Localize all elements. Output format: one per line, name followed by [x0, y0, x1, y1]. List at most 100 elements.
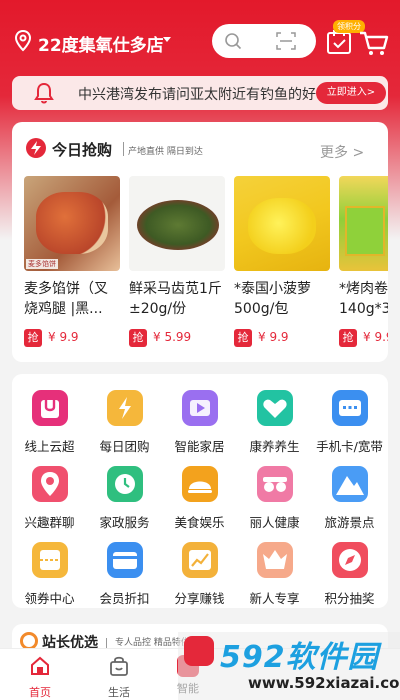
- category-label: 智能家居: [174, 439, 225, 454]
- price-row: 抢 ¥ 9.9: [234, 329, 330, 349]
- watermark-logo-icon: [184, 636, 214, 666]
- store-name[interactable]: 22度集氧仕多店: [38, 31, 164, 56]
- product-price: ¥ 9.9: [363, 330, 388, 344]
- more-link[interactable]: 更多 >: [320, 142, 364, 162]
- watermark: 592软件园 www.592xiazai.com: [178, 632, 400, 700]
- chart-up-icon[interactable]: [182, 542, 218, 578]
- category-label: 新人专享: [249, 591, 300, 606]
- chevron-down-icon[interactable]: [163, 37, 171, 42]
- compass-icon[interactable]: [332, 542, 368, 578]
- product-image[interactable]: [129, 176, 225, 271]
- home-icon: [31, 656, 49, 675]
- location-pin-icon: [14, 30, 32, 52]
- cart-icon[interactable]: [359, 30, 389, 56]
- product-image[interactable]: [234, 176, 330, 271]
- flash-sale-card: 今日抢购 产地直供 隔日到达 更多 > 麦多馅饼 麦多馅饼（叉烧鸡腿 |黑...…: [12, 122, 388, 362]
- category-item[interactable]: 会员折扣: [87, 542, 162, 608]
- flash-sale-title: 今日抢购: [52, 141, 113, 159]
- product-image-badge: 麦多馅饼: [26, 259, 58, 269]
- category-item[interactable]: 美食娱乐: [162, 466, 237, 536]
- category-item[interactable]: 旅游景点: [312, 466, 387, 536]
- watermark-url: www.592xiazai.com: [248, 674, 400, 692]
- product-name[interactable]: *泰国小菠萝500g/包: [234, 279, 330, 319]
- category-item[interactable]: 新人专享: [237, 542, 312, 608]
- product-card[interactable]: 麦多馅饼 麦多馅饼（叉烧鸡腿 |黑... 抢 ¥ 9.9: [24, 176, 120, 349]
- title-divider: [123, 142, 124, 156]
- coupon-icon[interactable]: [32, 542, 68, 578]
- product-card[interactable]: *泰国小菠萝500g/包 抢 ¥ 9.9: [234, 176, 330, 349]
- category-label: 领券中心: [24, 591, 75, 606]
- category-label: 兴趣群聊: [24, 515, 75, 530]
- buy-now-tag[interactable]: 抢: [339, 329, 357, 347]
- member-card-icon[interactable]: [107, 542, 143, 578]
- vip-crown-icon[interactable]: [257, 542, 293, 578]
- category-label: 线上云超: [24, 439, 75, 454]
- product-price: ¥ 5.99: [153, 330, 192, 344]
- flash-sale-subtitle: 产地直供 隔日到达: [128, 147, 203, 157]
- mountain-icon[interactable]: [332, 466, 368, 502]
- product-card[interactable]: *烤肉卷140g*3 抢 ¥ 9.9: [339, 176, 388, 349]
- search-icon[interactable]: [224, 32, 242, 50]
- product-card[interactable]: 鲜采马齿苋1斤±20g/份 抢 ¥ 5.99: [129, 176, 225, 349]
- category-label: 会员折扣: [99, 591, 150, 606]
- category-label: 美食娱乐: [174, 515, 225, 530]
- tab-label: 生活: [108, 686, 130, 699]
- buy-now-tag[interactable]: 抢: [129, 329, 147, 347]
- sunglasses-icon[interactable]: [257, 466, 293, 502]
- category-label: 康养养生: [249, 439, 300, 454]
- lightning-icon[interactable]: [107, 390, 143, 426]
- search-box[interactable]: [212, 24, 316, 58]
- clock-icon[interactable]: [107, 466, 143, 502]
- product-name[interactable]: 麦多馅饼（叉烧鸡腿 |黑...: [24, 279, 120, 319]
- category-item[interactable]: 家政服务: [87, 466, 162, 536]
- category-label: 分享赚钱: [174, 591, 225, 606]
- sim-card-icon[interactable]: [332, 390, 368, 426]
- top-bar: 22度集氧仕多店 领积分: [0, 20, 400, 66]
- heart-hands-icon[interactable]: [257, 390, 293, 426]
- category-label: 旅游景点: [324, 515, 375, 530]
- product-name[interactable]: *烤肉卷140g*3: [339, 279, 388, 319]
- category-label: 每日团购: [99, 439, 150, 454]
- notice-bar[interactable]: 中兴港湾发布请问亚太附近有钓鱼的好 立即进入>: [12, 76, 388, 110]
- price-row: 抢 ¥ 9.9: [339, 329, 388, 349]
- notice-text: 中兴港湾发布请问亚太附近有钓鱼的好: [78, 87, 316, 103]
- play-icon[interactable]: [182, 390, 218, 426]
- category-item[interactable]: 手机卡/宽带: [312, 390, 387, 460]
- product-price: ¥ 9.9: [258, 330, 289, 344]
- product-image[interactable]: [339, 176, 388, 271]
- tab-label: 首页: [29, 686, 51, 699]
- pin-icon[interactable]: [32, 466, 68, 502]
- bell-icon: [34, 82, 54, 104]
- category-item[interactable]: 积分抽奖: [312, 542, 387, 608]
- product-image[interactable]: 麦多馅饼: [24, 176, 120, 271]
- category-grid: 线上云超 每日团购 智能家居 康养养生 手机卡/宽带兴趣群聊 家政服务 美食娱乐 丽人健康 旅游…: [12, 374, 388, 608]
- category-item[interactable]: 线上云超: [12, 390, 87, 460]
- bag-icon[interactable]: [32, 390, 68, 426]
- price-row: 抢 ¥ 5.99: [129, 329, 225, 349]
- category-label: 手机卡/宽带: [316, 439, 383, 454]
- shopping-bag-icon: [110, 656, 128, 676]
- flash-sale-logo-icon: [26, 138, 46, 158]
- category-item[interactable]: 领券中心: [12, 542, 87, 608]
- category-item[interactable]: 兴趣群聊: [12, 466, 87, 536]
- picks-sub1: 专人品控: [115, 638, 152, 648]
- category-item[interactable]: 智能家居: [162, 390, 237, 460]
- price-row: 抢 ¥ 9.9: [24, 329, 120, 349]
- watermark-brand: 592软件园: [220, 640, 379, 675]
- buy-now-tag[interactable]: 抢: [234, 329, 252, 347]
- dish-icon[interactable]: [182, 466, 218, 502]
- tab-life[interactable]: 生活: [89, 655, 149, 700]
- scan-icon[interactable]: [276, 32, 296, 50]
- category-label: 丽人健康: [249, 515, 300, 530]
- category-item[interactable]: 康养养生: [237, 390, 312, 460]
- category-label: 家政服务: [99, 515, 150, 530]
- product-name[interactable]: 鲜采马齿苋1斤±20g/份: [129, 279, 225, 319]
- category-item[interactable]: 丽人健康: [237, 466, 312, 536]
- tab-home[interactable]: 首页: [10, 655, 70, 700]
- product-price: ¥ 9.9: [48, 330, 79, 344]
- category-label: 积分抽奖: [324, 591, 375, 606]
- category-item[interactable]: 分享赚钱: [162, 542, 237, 608]
- category-item[interactable]: 每日团购: [87, 390, 162, 460]
- notice-enter-button[interactable]: 立即进入>: [316, 82, 386, 104]
- buy-now-tag[interactable]: 抢: [24, 329, 42, 347]
